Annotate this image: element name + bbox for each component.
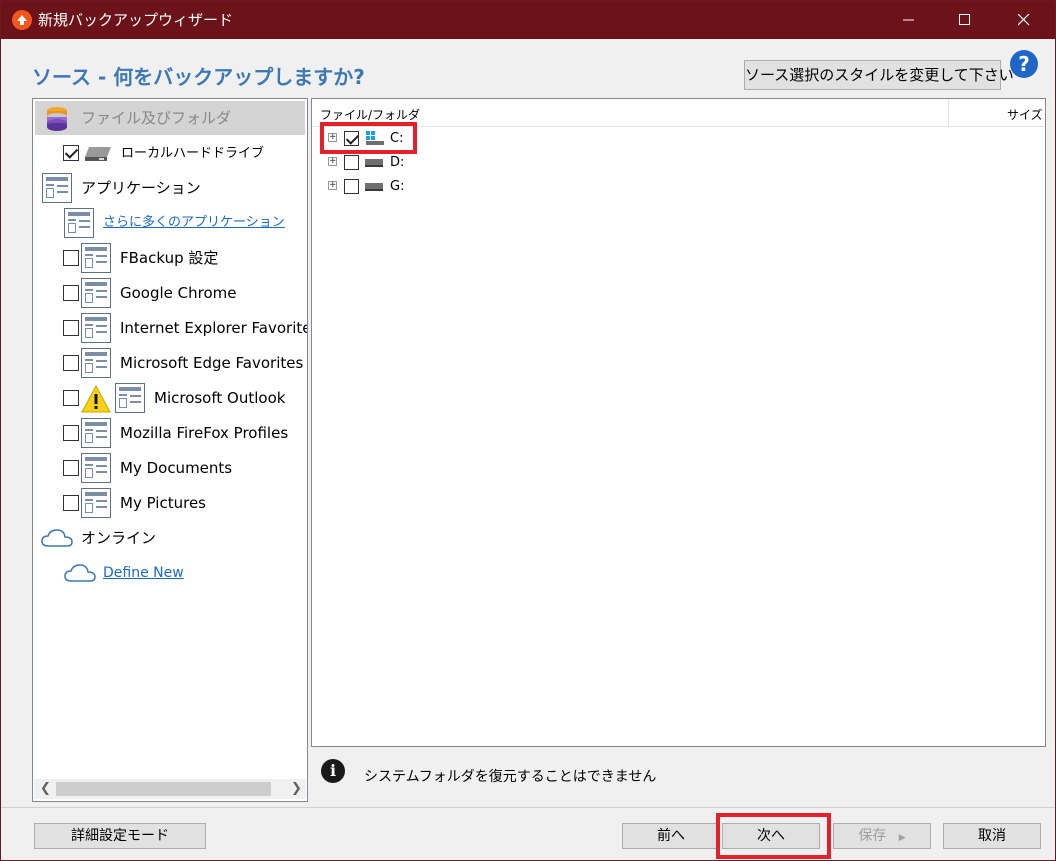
application-icon [81,278,111,308]
app-label: My Pictures [120,494,206,512]
application-icon [81,243,111,273]
local-drive-label: ローカルハードドライブ [121,146,265,161]
advanced-mode-button[interactable]: 詳細設定モード [34,823,206,849]
sidebar-item-applications[interactable]: アプリケーション [41,171,301,205]
sidebar-item-app[interactable]: Mozilla FireFox Profiles [63,416,307,450]
expand-icon[interactable]: + [328,157,337,166]
drive-label: G: [390,179,405,194]
page-heading: ソース - 何をバックアップしますか? [32,65,365,89]
close-button[interactable] [1001,1,1047,39]
title-bar: 新規バックアップウィザード [1,1,1055,39]
app-label: Mozilla FireFox Profiles [120,424,289,442]
help-icon[interactable]: ? [1010,50,1038,78]
application-icon [81,348,111,378]
application-icon [81,488,111,518]
sidebar-item-app[interactable]: Microsoft Edge Favorites [63,346,307,380]
sidebar-item-app[interactable]: Internet Explorer Favorites [63,311,308,345]
app-label: Microsoft Outlook [154,389,286,407]
scroll-left-icon[interactable]: ❮ [40,781,51,796]
drive-row-d[interactable]: + D: [328,152,428,174]
database-icon [47,107,67,131]
cloud-icon [64,564,96,582]
sidebar-item-app[interactable]: Microsoft Outlook [63,381,307,415]
column-name-header[interactable]: ファイル/フォルダ [320,106,420,123]
app-label: FBackup 設定 [120,249,219,267]
application-icon [115,383,145,413]
maximize-button[interactable] [942,1,988,39]
sidebar-item-define-new[interactable]: Define New [63,556,303,590]
back-button[interactable]: 前へ [622,823,720,849]
application-icon [42,173,72,203]
application-icon [81,453,111,483]
application-icon [64,208,94,238]
define-new-link[interactable]: Define New [103,564,184,582]
sidebar-item-local-drive[interactable]: ローカルハードドライブ [63,137,303,171]
cancel-button[interactable]: 取消 [943,823,1041,849]
sidebar-item-online[interactable]: オンライン [41,521,301,555]
column-header: ファイル/フォルダ サイズ [312,99,1045,127]
app-checkbox[interactable] [63,320,79,336]
app-label: Internet Explorer Favorites [120,319,308,337]
drive-checkbox[interactable] [344,155,359,170]
online-label: オンライン [81,529,157,547]
wizard-window: 新規バックアップウィザード ソース - 何をバックアップしますか? ソース選択の… [0,0,1056,861]
scrollbar-thumb[interactable] [56,782,271,796]
scroll-right-icon[interactable]: ❯ [291,781,302,796]
window-title: 新規バックアップウィザード [38,11,234,29]
app-checkbox[interactable] [63,495,79,511]
source-tree-panel: ファイル及びフォルダ ローカルハードドライブ アプリケーション さらに多くのアプ… [32,98,308,802]
drive-checkbox[interactable] [344,179,359,194]
horizontal-scrollbar[interactable]: ❮ ❯ [34,779,306,799]
application-icon [81,418,111,448]
local-drive-checkbox[interactable] [63,145,79,161]
app-label: My Documents [120,459,233,477]
app-label: Google Chrome [120,284,237,302]
sidebar-item-app[interactable]: Google Chrome [63,276,307,310]
application-icon [81,313,111,343]
app-checkbox[interactable] [63,425,79,441]
sidebar-item-app[interactable]: My Pictures [63,486,307,520]
hard-drive-icon [85,147,111,161]
sidebar-item-app[interactable]: My Documents [63,451,307,485]
more-apps-link[interactable]: さらに多くのアプリケーション [103,214,285,232]
save-label: 保存 [858,828,887,844]
highlight-box [320,122,417,154]
app-checkbox[interactable] [63,355,79,371]
cloud-icon [41,529,73,547]
sidebar-item-files-folders[interactable]: ファイル及びフォルダ [35,101,305,135]
info-message: システムフォルダを復元することはできません [364,769,657,785]
drive-label: D: [390,155,405,170]
highlight-box [716,813,831,859]
drive-row-g[interactable]: + G: [328,176,428,198]
sidebar-item-more-apps[interactable]: さらに多くのアプリケーション [63,206,303,240]
app-checkbox[interactable] [63,460,79,476]
change-style-button[interactable]: ソース選択のスタイルを変更して下さい [744,60,1014,90]
warning-icon [81,385,111,413]
info-icon: i [321,759,345,783]
app-checkbox[interactable] [63,390,79,406]
applications-label: アプリケーション [81,179,201,197]
expand-icon[interactable]: + [328,181,337,190]
column-size-header[interactable]: サイズ [1007,106,1043,123]
column-divider[interactable] [948,99,949,127]
save-arrow-icon: ▶ [898,833,906,843]
save-button: 保存 ▶ [833,823,931,849]
files-folders-label: ファイル及びフォルダ [81,109,232,127]
app-logo-icon [12,10,32,30]
drive-icon [365,183,383,191]
footer-divider [1,807,1055,808]
file-tree-panel: ファイル/フォルダ サイズ + C: + D: + G: [311,98,1046,747]
app-checkbox[interactable] [63,250,79,266]
drive-icon [365,159,383,167]
app-checkbox[interactable] [63,285,79,301]
app-label: Microsoft Edge Favorites [120,354,304,372]
sidebar-item-app[interactable]: FBackup 設定 [63,241,307,275]
minimize-button[interactable] [886,1,932,39]
